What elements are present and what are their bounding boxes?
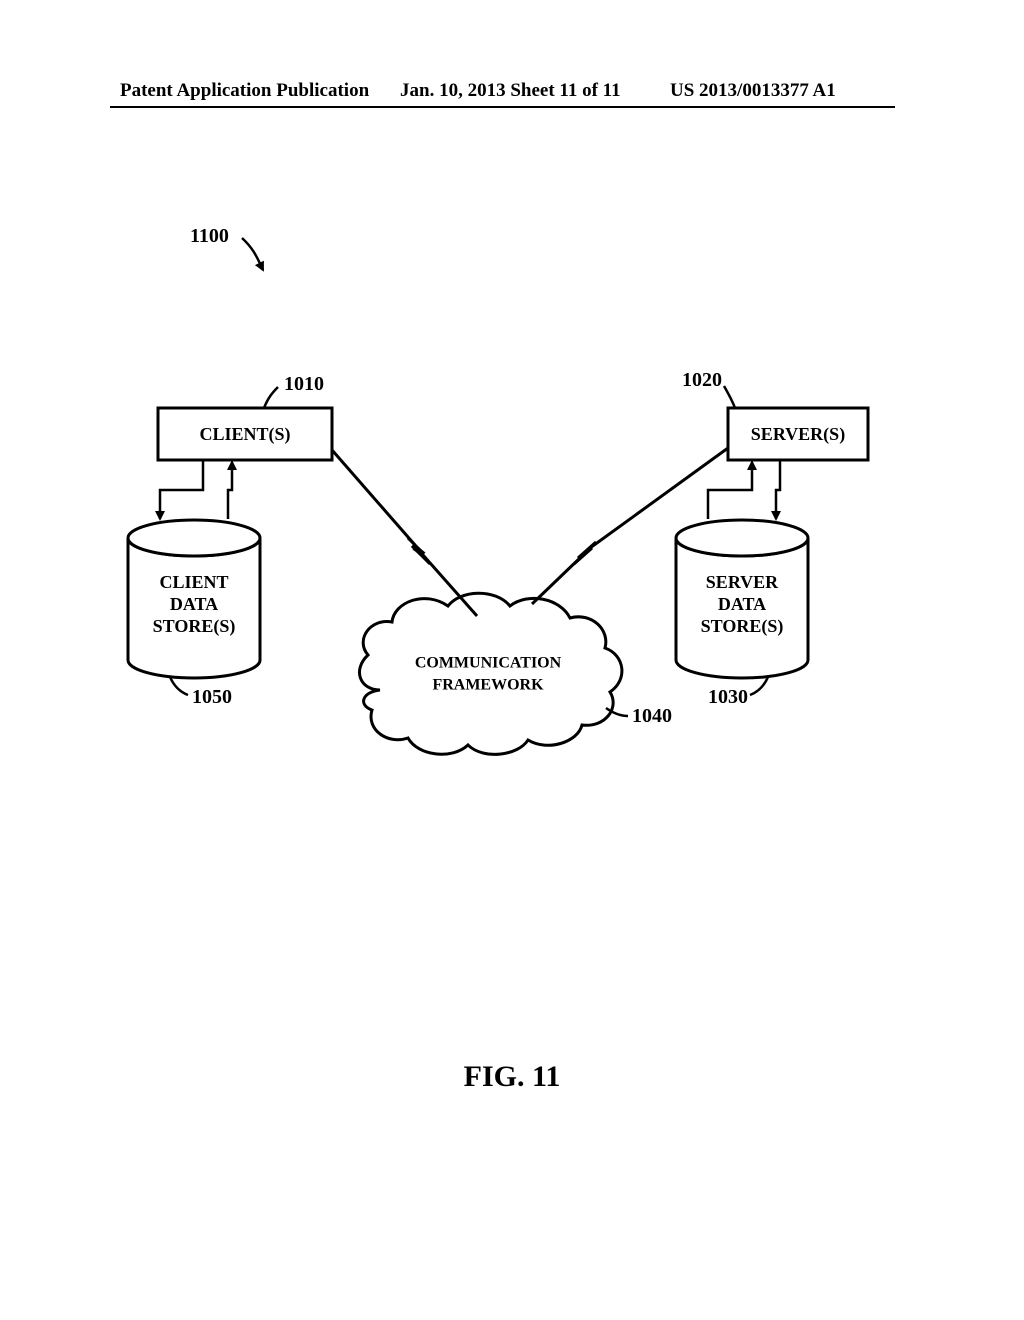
ref-1050-leader-icon [170,677,188,695]
ref-1020-leader-icon [724,386,735,408]
server-data-line1: SERVER [706,572,779,592]
header-pubnumber: US 2013/0013377 A1 [670,80,836,102]
framework-line2: FRAMEWORK [432,677,544,694]
server-box: SERVER(S) [728,408,868,460]
client-datastore-connector [160,460,232,519]
server-data-line2: DATA [718,594,766,614]
server-data-line3: STORE(S) [701,616,784,637]
ref-1020: 1020 [682,369,722,391]
ref-1010: 1010 [284,373,324,395]
client-data-line2: DATA [170,594,218,614]
client-data-line1: CLIENT [159,572,228,592]
ref-1040: 1040 [632,705,672,727]
header-publication: Patent Application Publication [120,80,369,102]
communication-framework-cloud: COMMUNICATION FRAMEWORK [359,593,621,754]
ref-1050: 1050 [192,686,232,708]
client-to-framework-link [332,450,477,616]
ref-1030-leader-icon [750,677,768,695]
ref-1100-arrow-icon [242,238,263,270]
ref-1010-leader-icon [264,387,278,408]
server-label: SERVER(S) [751,424,845,445]
client-data-store: CLIENT DATA STORE(S) [128,520,260,678]
framework-line1: COMMUNICATION [415,655,562,672]
figure-caption: FIG. 11 [0,1060,1024,1094]
header-date-sheet: Jan. 10, 2013 Sheet 11 of 11 [400,80,621,102]
client-data-line3: STORE(S) [153,616,236,637]
header-rule [110,106,895,108]
server-data-store: SERVER DATA STORE(S) [676,520,808,678]
diagram: 1100 CLIENT(S) 1010 SERVER(S) 1020 [80,150,920,815]
client-label: CLIENT(S) [199,424,290,445]
server-datastore-connector [708,460,780,519]
page-root: Patent Application Publication Jan. 10, … [0,0,1024,1320]
ref-1030: 1030 [708,686,748,708]
ref-1100: 1100 [190,225,229,247]
client-box: CLIENT(S) [158,408,332,460]
